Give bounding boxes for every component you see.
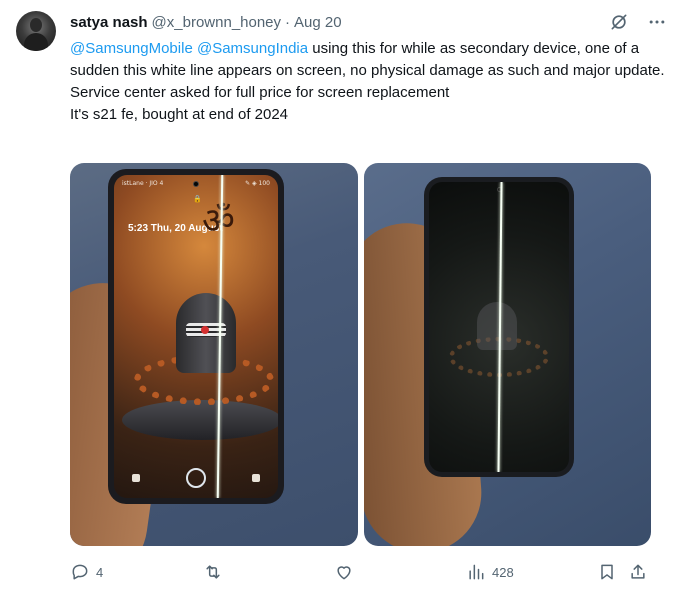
action-bar: 4 428 xyxy=(70,561,651,585)
top-icons xyxy=(609,12,667,32)
camera-hole xyxy=(193,181,199,187)
status-right: ✎ ◈ 100 xyxy=(245,180,270,187)
lock-icon: 🔒 xyxy=(193,196,202,203)
more-icon[interactable] xyxy=(647,12,667,32)
phone: istLane · JIO 4 ✎ ◈ 100 🔒 5:23 Thu, 20 A… xyxy=(108,169,284,504)
mention-samsungindia[interactable]: @SamsungIndia xyxy=(197,40,308,57)
mention-samsungmobile[interactable]: @SamsungMobile xyxy=(70,40,193,57)
photo-phone-dark[interactable] xyxy=(363,163,651,546)
grok-icon[interactable] xyxy=(609,12,629,32)
share-button[interactable] xyxy=(628,561,648,583)
faint-lingam xyxy=(476,302,517,350)
bookmark-button[interactable] xyxy=(597,561,617,583)
tilak-dot xyxy=(201,326,209,334)
photo-phone-locked[interactable]: istLane · JIO 4 ✎ ◈ 100 🔒 5:23 Thu, 20 A… xyxy=(70,163,358,546)
phone-screen xyxy=(428,182,569,472)
tweet[interactable]: satya nash @x_brownn_honey · Aug 20 @Sam… xyxy=(0,0,691,600)
shiva-lingam xyxy=(176,293,236,373)
views-count: 428 xyxy=(492,564,514,580)
tweet-date[interactable]: Aug 20 xyxy=(294,14,342,31)
bookmark-icon xyxy=(601,564,613,580)
like-button[interactable] xyxy=(334,561,360,583)
status-left: istLane · JIO 4 xyxy=(122,180,164,187)
phone-screen: istLane · JIO 4 ✎ ◈ 100 🔒 5:23 Thu, 20 A… xyxy=(114,175,278,498)
lockscreen-bottom xyxy=(114,468,278,488)
tweet-header: satya nash @x_brownn_honey · Aug 20 xyxy=(70,12,342,32)
flashlight-icon xyxy=(132,474,140,482)
separator-dot: · xyxy=(285,13,291,31)
camera-shortcut-icon xyxy=(252,474,260,482)
tweet-text: @SamsungMobile @SamsungIndia using this … xyxy=(70,38,670,126)
tweet-body-line2: It's s21 fe, bought at end of 2024 xyxy=(70,106,289,123)
avatar-body xyxy=(24,33,48,51)
share-icon xyxy=(631,564,645,579)
views-button[interactable]: 428 xyxy=(466,561,514,583)
phone xyxy=(423,177,574,477)
avatar[interactable] xyxy=(16,11,56,51)
avatar-head xyxy=(30,18,42,32)
user-handle[interactable]: @x_brownn_honey xyxy=(152,14,281,31)
media-grid: istLane · JIO 4 ✎ ◈ 100 🔒 5:23 Thu, 20 A… xyxy=(70,163,651,546)
shiva-base xyxy=(122,400,278,440)
retweet-icon xyxy=(206,565,220,579)
reply-button[interactable]: 4 xyxy=(70,561,103,583)
views-icon xyxy=(469,564,484,580)
om-symbol: ॐ xyxy=(202,201,235,242)
reply-icon xyxy=(72,564,88,580)
display-name[interactable]: satya nash xyxy=(70,14,148,31)
fingerprint-icon xyxy=(186,468,206,488)
retweet-button[interactable] xyxy=(203,561,229,583)
reply-count: 4 xyxy=(96,564,104,580)
like-icon xyxy=(337,566,351,580)
